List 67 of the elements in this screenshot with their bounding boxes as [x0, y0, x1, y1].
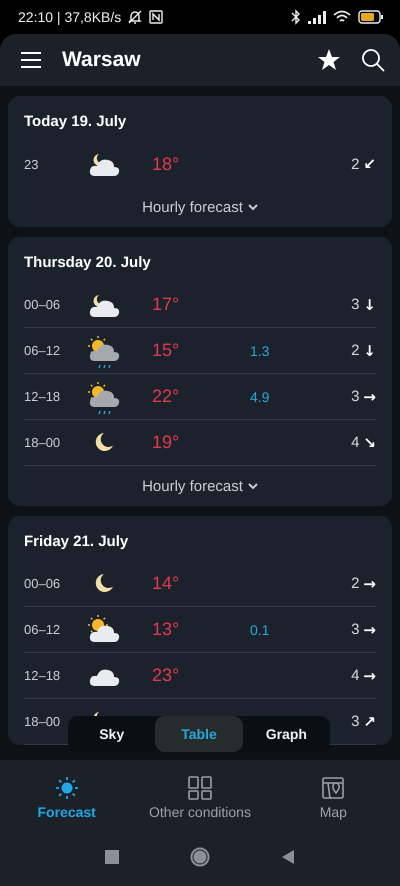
wind-speed: 4 [351, 667, 360, 684]
wind-arrow: → [363, 666, 376, 684]
home-button[interactable] [190, 847, 210, 867]
status-time: 22:10 | 37,8KB/s [18, 9, 122, 25]
wind-speed: 3 [351, 713, 360, 730]
wind-speed: 2 [351, 575, 360, 592]
nav-tab[interactable]: Map [266, 776, 400, 820]
muted-bell-icon [127, 9, 144, 25]
day-title: Today 19. July [24, 112, 128, 132]
temperature: 15° [151, 340, 180, 361]
wind-arrow: ↙ [363, 155, 376, 173]
time-range: 06–12 [24, 343, 62, 358]
temperature: 22° [151, 386, 180, 407]
view-tab[interactable]: Graph [242, 716, 330, 752]
nav-tab[interactable]: Other conditions [133, 776, 267, 820]
precipitation: 0.1 [249, 622, 270, 638]
nav-tab[interactable]: Forecast [0, 776, 134, 820]
time-range: 06–12 [24, 622, 62, 637]
wind-arrow: → [363, 388, 376, 406]
temperature: 17° [151, 294, 180, 315]
view-tab[interactable]: Table [155, 716, 243, 752]
time-range: 18–00 [24, 435, 62, 450]
search-button[interactable] [360, 47, 386, 73]
time-range: 00–06 [24, 297, 62, 312]
wind-speed: 3 [351, 388, 360, 405]
nfc-icon [149, 10, 164, 24]
back-button[interactable] [280, 849, 295, 865]
temperature: 19° [151, 432, 180, 453]
time-range: 12–18 [24, 389, 62, 404]
chevron-icon [248, 204, 258, 210]
chevron-icon [248, 482, 258, 490]
battery-icon [358, 10, 384, 24]
temperature: 23° [151, 665, 180, 686]
bluetooth-icon [291, 9, 301, 25]
precipitation: 1.3 [249, 342, 270, 358]
wind-arrow: → [363, 574, 376, 592]
sun-icon [54, 776, 79, 800]
temperature: 14° [151, 573, 180, 594]
time-range: 18–00 [24, 714, 62, 729]
hourly-forecast-button[interactable]: Hourly forecast [138, 466, 262, 506]
precipitation: 4.9 [249, 388, 270, 404]
signal-icon [308, 10, 326, 24]
wind-arrow: ↓ [363, 342, 376, 360]
city-title: Warsaw [62, 48, 142, 72]
day-title: Thursday 20. July [24, 253, 152, 273]
temperature: 18° [151, 154, 180, 174]
wind-speed: 2 [351, 156, 360, 172]
wind-arrow: → [363, 620, 376, 638]
recents-button[interactable] [105, 850, 120, 864]
time-range: 12–18 [24, 668, 62, 683]
time-range: 00–06 [24, 576, 62, 591]
wind-speed: 3 [351, 296, 360, 313]
hourly-forecast-button[interactable]: Hourly forecast [138, 187, 262, 227]
wifi-icon [333, 10, 351, 24]
temperature: 13° [151, 619, 180, 640]
wind-arrow: ↗ [363, 712, 376, 730]
favorite-button[interactable] [316, 47, 342, 73]
wind-arrow: ↓ [363, 296, 376, 314]
wind-arrow: ↘ [363, 434, 376, 452]
wind-speed: 4 [351, 434, 360, 451]
wind-speed: 3 [351, 621, 360, 638]
time-range: 23 [24, 156, 40, 172]
grid-icon [188, 776, 212, 800]
day-title: Friday 21. July [24, 532, 130, 552]
map-icon [321, 776, 346, 800]
wind-speed: 2 [351, 342, 360, 359]
view-tab[interactable]: Sky [68, 716, 156, 752]
